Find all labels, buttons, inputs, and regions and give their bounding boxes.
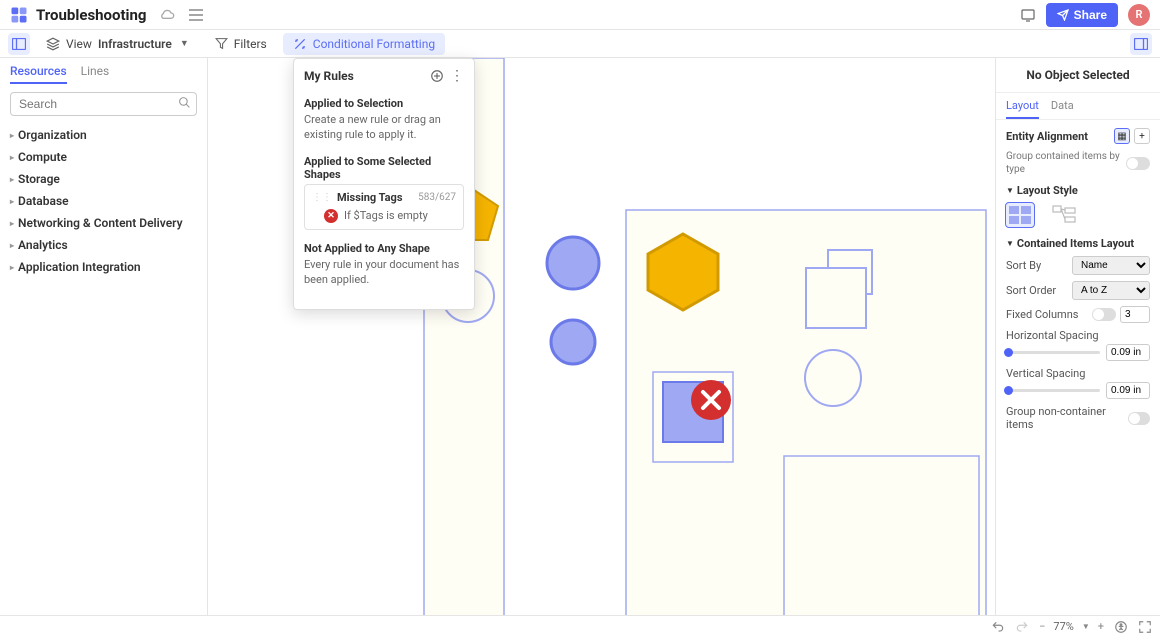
accessibility-icon[interactable] [1114, 620, 1128, 634]
hspacing-label: Horizontal Spacing [1006, 329, 1150, 342]
tree-item-analytics[interactable]: ▸Analytics [10, 234, 197, 256]
undo-button[interactable] [991, 620, 1005, 634]
share-button[interactable]: Share [1046, 3, 1118, 27]
entity-alignment-label: Entity Alignment [1006, 130, 1088, 143]
fullscreen-icon[interactable] [1138, 620, 1152, 634]
rule-count: 583/627 [418, 192, 456, 203]
chevron-down-icon: ▼ [180, 38, 189, 49]
cloud-sync-icon [159, 9, 175, 21]
tab-lines[interactable]: Lines [81, 64, 110, 84]
redo-button[interactable] [1015, 620, 1029, 634]
sort-by-label: Sort By [1006, 259, 1041, 272]
view-label: View [66, 37, 92, 51]
toolbar: View Infrastructure ▼ Filters Conditiona… [0, 30, 1160, 58]
zoom-dropdown[interactable]: ▼ [1082, 622, 1090, 631]
rules-title: My Rules [304, 69, 354, 83]
app-logo-icon [10, 6, 28, 24]
drag-handle-icon[interactable]: ⋮⋮ [312, 192, 332, 203]
layout-style-grid[interactable] [1006, 203, 1034, 227]
add-rule-icon[interactable] [430, 69, 444, 83]
not-applied-text: Every rule in your document has been app… [304, 258, 464, 288]
view-value: Infrastructure [98, 37, 172, 51]
right-panel-toggle[interactable] [1130, 33, 1152, 55]
not-applied-title: Not Applied to Any Shape [304, 242, 464, 255]
document-title: Troubleshooting [36, 6, 147, 24]
tree-item-application-integration[interactable]: ▸Application Integration [10, 256, 197, 278]
align-grid-button[interactable]: ▦ [1114, 128, 1130, 144]
view-selector[interactable]: View Infrastructure ▼ [36, 33, 199, 55]
applied-selection-text: Create a new rule or drag an existing ru… [304, 113, 464, 143]
vspacing-input[interactable] [1106, 382, 1150, 399]
align-add-button[interactable]: + [1134, 128, 1150, 144]
conditional-formatting-popup: My Rules ⋮ Applied to Selection Create a… [293, 58, 475, 310]
zoom-in-button[interactable]: + [1098, 620, 1104, 633]
vspacing-label: Vertical Spacing [1006, 367, 1150, 380]
share-button-label: Share [1074, 8, 1107, 22]
right-sidebar: No Object Selected Layout Data Entity Al… [995, 58, 1160, 615]
sort-order-select[interactable]: A to Z [1072, 281, 1150, 300]
contained-items-section[interactable]: ▼Contained Items Layout [1006, 237, 1150, 250]
zoom-level[interactable]: 77% [1053, 620, 1073, 633]
entity-alignment-desc: Group contained items by type [1006, 150, 1126, 176]
left-panel-toggle[interactable] [8, 33, 30, 55]
rule-condition: If $Tags is empty [344, 209, 428, 222]
group-by-type-toggle[interactable] [1126, 157, 1150, 170]
tree-item-compute[interactable]: ▸Compute [10, 146, 197, 168]
group-noncontainer-toggle[interactable] [1128, 412, 1150, 425]
conditional-formatting-button[interactable]: Conditional Formatting [283, 33, 445, 55]
presentation-icon[interactable] [1020, 7, 1036, 23]
left-sidebar: Resources Lines ▸Organization ▸Compute ▸… [0, 58, 208, 615]
tree-item-database[interactable]: ▸Database [10, 190, 197, 212]
fixed-columns-input[interactable] [1120, 306, 1150, 323]
tab-resources[interactable]: Resources [10, 64, 67, 84]
tab-data[interactable]: Data [1051, 99, 1074, 119]
top-bar: Troubleshooting Share R [0, 0, 1160, 30]
group-noncontainer-label: Group non-container items [1006, 405, 1128, 431]
tree-item-storage[interactable]: ▸Storage [10, 168, 197, 190]
hspacing-input[interactable] [1106, 344, 1150, 361]
sort-order-label: Sort Order [1006, 284, 1056, 297]
zoom-out-button[interactable]: − [1039, 620, 1045, 633]
conditional-formatting-label: Conditional Formatting [313, 37, 435, 51]
rule-card[interactable]: ⋮⋮ Missing Tags 583/627 ✕ If $Tags is em… [304, 184, 464, 230]
fixed-columns-toggle[interactable] [1092, 308, 1116, 321]
fixed-columns-label: Fixed Columns [1006, 308, 1078, 321]
bottom-bar: − 77% ▼ + [0, 615, 1160, 637]
vspacing-slider[interactable] [1006, 389, 1100, 392]
search-input[interactable] [10, 92, 197, 116]
filters-label: Filters [234, 37, 267, 51]
user-avatar[interactable]: R [1128, 4, 1150, 26]
selection-header: No Object Selected [996, 58, 1160, 93]
applied-some-title: Applied to Some Selected Shapes [304, 155, 464, 181]
applied-selection-title: Applied to Selection [304, 97, 464, 110]
rules-more-icon[interactable]: ⋮ [450, 69, 464, 83]
rule-name: Missing Tags [337, 191, 402, 204]
hspacing-slider[interactable] [1006, 351, 1100, 354]
tree-item-networking[interactable]: ▸Networking & Content Delivery [10, 212, 197, 234]
tree-item-organization[interactable]: ▸Organization [10, 124, 197, 146]
layout-style-section[interactable]: ▼Layout Style [1006, 184, 1150, 197]
layout-style-tree[interactable] [1050, 203, 1078, 227]
search-icon[interactable] [178, 96, 191, 109]
filters-button[interactable]: Filters [205, 33, 277, 55]
menu-icon[interactable] [189, 9, 203, 21]
sort-by-select[interactable]: Name [1072, 256, 1150, 275]
tab-layout[interactable]: Layout [1006, 99, 1039, 119]
error-icon: ✕ [324, 209, 338, 223]
